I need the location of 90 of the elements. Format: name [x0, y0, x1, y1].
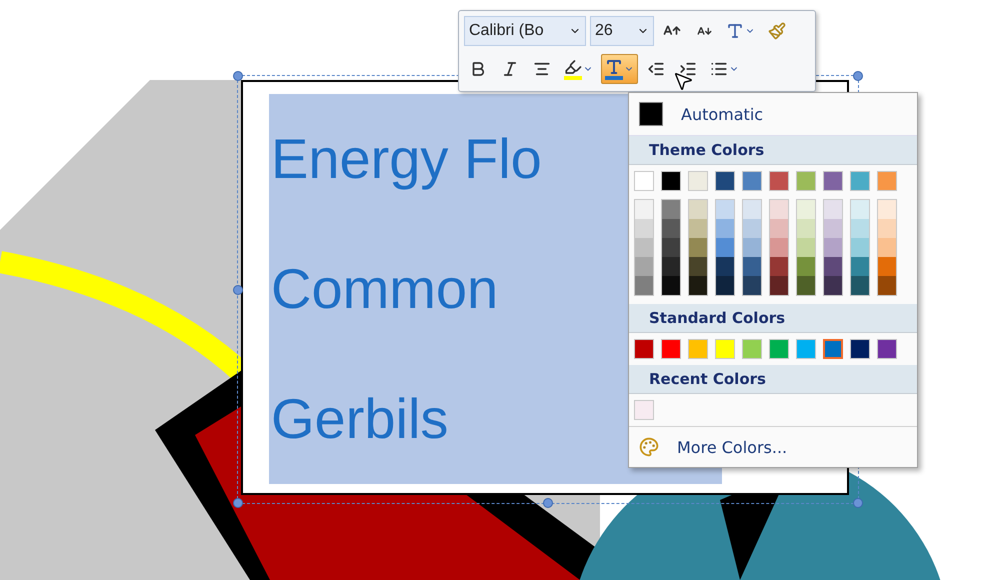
- italic-icon: [501, 60, 519, 78]
- color-swatch[interactable]: [797, 238, 815, 257]
- color-swatch[interactable]: [797, 219, 815, 238]
- color-swatch[interactable]: [878, 238, 896, 257]
- color-swatch[interactable]: [716, 276, 734, 295]
- color-swatch[interactable]: [689, 200, 707, 219]
- color-swatch[interactable]: [716, 257, 734, 276]
- resize-handle[interactable]: [853, 71, 863, 81]
- color-swatch[interactable]: [770, 257, 788, 276]
- color-swatch[interactable]: [662, 257, 680, 276]
- palette-icon: [639, 437, 659, 457]
- color-swatch[interactable]: [635, 257, 653, 276]
- color-swatch[interactable]: [634, 400, 654, 420]
- color-swatch[interactable]: [634, 339, 654, 359]
- color-swatch[interactable]: [688, 171, 708, 191]
- color-swatch[interactable]: [662, 238, 680, 257]
- color-swatch[interactable]: [770, 219, 788, 238]
- color-swatch[interactable]: [878, 219, 896, 238]
- color-swatch[interactable]: [635, 219, 653, 238]
- color-swatch[interactable]: [797, 276, 815, 295]
- color-swatch[interactable]: [769, 171, 789, 191]
- color-swatch[interactable]: [743, 219, 761, 238]
- bullet-list-icon: [710, 60, 728, 78]
- color-swatch[interactable]: [662, 219, 680, 238]
- color-swatch[interactable]: [824, 238, 842, 257]
- increase-indent-icon: [679, 60, 697, 78]
- color-swatch[interactable]: [715, 171, 735, 191]
- color-swatch[interactable]: [742, 339, 762, 359]
- color-swatch[interactable]: [797, 257, 815, 276]
- section-header: Recent Colors: [629, 365, 917, 394]
- color-swatch[interactable]: [824, 219, 842, 238]
- color-swatch[interactable]: [661, 339, 681, 359]
- color-swatch[interactable]: [770, 238, 788, 257]
- color-swatch[interactable]: [824, 257, 842, 276]
- color-swatch[interactable]: [715, 339, 735, 359]
- decrease-indent-icon: [647, 60, 665, 78]
- more-colors-option[interactable]: More Colors...: [629, 426, 917, 467]
- section-header: Standard Colors: [629, 304, 917, 333]
- color-swatch[interactable]: [797, 200, 815, 219]
- color-swatch[interactable]: [661, 171, 681, 191]
- color-swatch[interactable]: [851, 238, 869, 257]
- align-center-icon: [533, 60, 551, 78]
- highlighter-icon: [564, 58, 582, 80]
- color-swatch[interactable]: [716, 238, 734, 257]
- color-swatch[interactable]: [688, 339, 708, 359]
- color-swatch[interactable]: [878, 200, 896, 219]
- color-swatch[interactable]: [796, 171, 816, 191]
- color-swatch[interactable]: [635, 200, 653, 219]
- color-swatch[interactable]: [689, 276, 707, 295]
- color-swatch[interactable]: [878, 276, 896, 295]
- section-header: Theme Colors: [629, 136, 917, 165]
- resize-handle[interactable]: [233, 71, 243, 81]
- color-swatch[interactable]: [823, 171, 843, 191]
- color-swatch[interactable]: [851, 276, 869, 295]
- color-swatch[interactable]: [689, 238, 707, 257]
- color-swatch[interactable]: [634, 171, 654, 191]
- color-swatch[interactable]: [823, 339, 843, 359]
- color-swatch[interactable]: [689, 219, 707, 238]
- color-swatch[interactable]: [662, 276, 680, 295]
- color-swatch[interactable]: [743, 200, 761, 219]
- font-color-button[interactable]: [601, 54, 638, 84]
- color-swatch[interactable]: [769, 339, 789, 359]
- paintbrush-icon: [768, 22, 786, 40]
- color-swatch[interactable]: [635, 238, 653, 257]
- font-name-box[interactable]: Calibri (Bo: [464, 16, 586, 46]
- color-swatch[interactable]: [824, 200, 842, 219]
- color-swatch[interactable]: [689, 257, 707, 276]
- color-swatch[interactable]: [877, 339, 897, 359]
- color-swatch[interactable]: [662, 200, 680, 219]
- color-swatch[interactable]: [716, 219, 734, 238]
- color-swatch[interactable]: [742, 171, 762, 191]
- color-swatch[interactable]: [851, 200, 869, 219]
- color-swatch[interactable]: [850, 171, 870, 191]
- color-swatch[interactable]: [743, 257, 761, 276]
- color-swatch[interactable]: [743, 238, 761, 257]
- color-swatch[interactable]: [743, 276, 761, 295]
- color-swatch[interactable]: [824, 276, 842, 295]
- color-swatch[interactable]: [770, 200, 788, 219]
- font-size-box[interactable]: 26: [590, 16, 654, 46]
- color-swatch[interactable]: [770, 276, 788, 295]
- color-swatch[interactable]: [635, 276, 653, 295]
- color-swatch[interactable]: [851, 257, 869, 276]
- font-color-icon: [605, 58, 623, 80]
- letter-icon: [726, 22, 744, 40]
- color-swatch[interactable]: [716, 200, 734, 219]
- color-swatch[interactable]: [878, 257, 896, 276]
- color-swatch[interactable]: [851, 219, 869, 238]
- color-swatch[interactable]: [877, 171, 897, 191]
- color-swatch[interactable]: [796, 339, 816, 359]
- color-swatch[interactable]: [850, 339, 870, 359]
